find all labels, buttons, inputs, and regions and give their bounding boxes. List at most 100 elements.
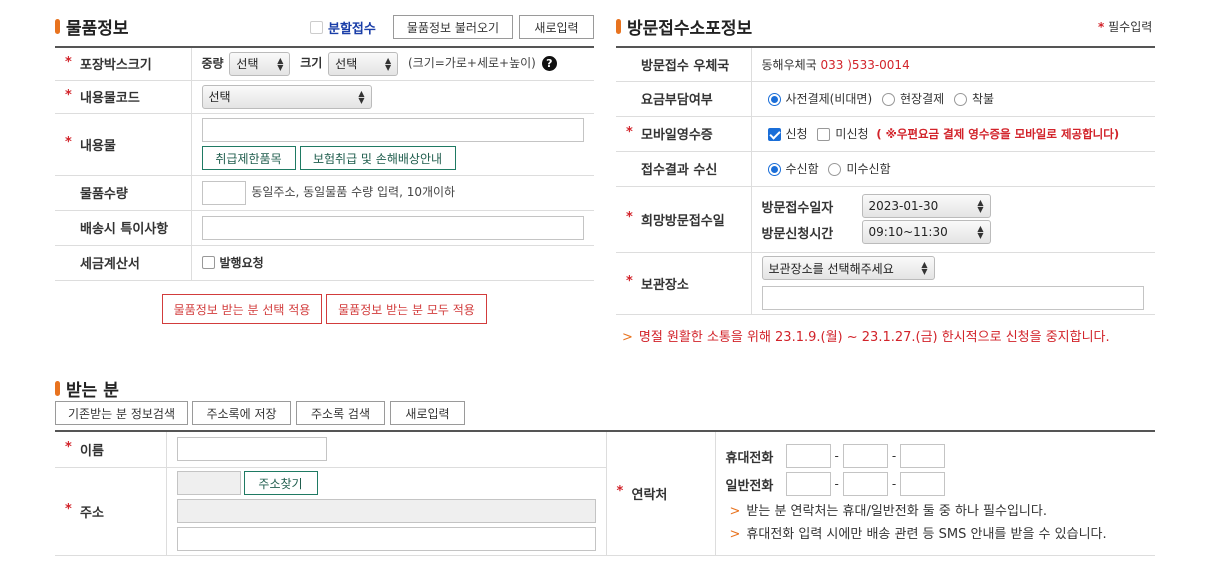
select-arrows-icon: ▲ ▼ — [358, 88, 365, 105]
required-star: * — [65, 135, 72, 150]
radio-icon[interactable] — [881, 93, 895, 106]
storage-select[interactable]: 보관장소를 선택해주세요 ▲ ▼ — [761, 256, 935, 280]
visit-date-select[interactable]: 2023-01-30 ▲ ▼ — [861, 194, 991, 218]
receipt-label-cell: * 모바일영수증 — [616, 116, 752, 152]
tax-request-option[interactable]: 발행요청 — [201, 254, 264, 271]
result-option-yes[interactable]: 수신함 — [767, 162, 819, 176]
tax-request-label: 발행요청 — [219, 255, 264, 270]
item-new-button[interactable]: 새로입력 — [519, 15, 594, 39]
visit-section-title: 방문접수소포정보 — [616, 14, 752, 39]
content-code-label: 내용물코드 — [80, 91, 140, 106]
content-code-select[interactable]: 선택 ▲ ▼ — [201, 84, 372, 109]
box-size-label: 포장박스크기 — [80, 58, 152, 74]
save-address-book-button[interactable]: 주소록에 저장 — [192, 401, 291, 425]
select-arrows-icon: ▲ ▼ — [385, 55, 392, 72]
fee-option-onsite[interactable]: 현장결제 — [881, 92, 944, 106]
name-input[interactable] — [176, 437, 327, 462]
name-value-cell — [166, 431, 607, 468]
select-arrows-icon: ▲ ▼ — [921, 260, 928, 276]
insurance-info-button[interactable]: 보험취급 및 손해배상안내 — [299, 146, 456, 170]
address-label-cell: * 주소 — [55, 467, 167, 556]
result-label: 접수결과 수신 — [641, 163, 718, 178]
quantity-hint: 동일주소, 동일물품 수량 입력, 10개이하 — [251, 185, 456, 199]
visit-info-table: 방문접수 우체국 동해우체국 033 )533-0014 요금부담여부 사전결제… — [616, 46, 1155, 315]
content-value-cell: 취급제한품목 보험취급 및 손해배상안내 — [191, 113, 594, 176]
receipt-value-cell: 신청 미신청 ( ※우편요금 결제 영수증을 모바일로 제공합니다) — [751, 116, 1155, 152]
contact-note-1: > 받는 분 연락처는 휴대/일반전화 둘 중 하나 필수입니다. — [729, 504, 1047, 520]
storage-detail-input[interactable] — [761, 286, 1144, 310]
receipt-option-yes[interactable]: 신청 — [767, 127, 808, 141]
split-receipt-option[interactable]: 분할접수 — [310, 18, 376, 37]
size-select[interactable]: 선택 ▲ ▼ — [328, 51, 399, 76]
apply-selected-button[interactable]: 물품정보 받는 분 선택 적용 — [162, 294, 322, 324]
special-input[interactable] — [201, 215, 584, 240]
wish-date-label: 희망방문접수일 — [641, 213, 725, 229]
result-label-cell: 접수결과 수신 — [616, 151, 752, 187]
search-existing-receiver-button[interactable]: 기존받는 분 정보검색 — [55, 401, 188, 425]
visit-date-label: 방문접수일자 — [761, 200, 834, 216]
find-address-button[interactable]: 주소찾기 — [243, 471, 318, 495]
required-input-note: * 필수입력 — [1098, 18, 1152, 35]
item-section-title-text: 물품정보 — [66, 19, 129, 39]
name-label-cell: * 이름 — [55, 431, 167, 468]
visit-date-value: 2023-01-30 — [868, 199, 939, 213]
radio-selected-icon[interactable] — [767, 93, 781, 106]
phone-input-1[interactable] — [785, 472, 831, 497]
mobile-input-1[interactable] — [785, 444, 831, 469]
address-value-cell: 주소찾기 — [166, 467, 607, 556]
search-address-book-button[interactable]: 주소록 검색 — [296, 401, 385, 425]
checkbox-checked-icon[interactable] — [767, 128, 781, 141]
fee-option-prepaid[interactable]: 사전결제(비대면) — [767, 92, 872, 106]
phone-input-2[interactable] — [842, 472, 888, 497]
help-icon[interactable]: ? — [541, 56, 557, 72]
post-office-value-cell: 동해우체국 033 )533-0014 — [751, 47, 1155, 82]
radio-selected-icon[interactable] — [767, 163, 781, 176]
weight-select[interactable]: 선택 ▲ ▼ — [229, 51, 291, 76]
required-star: * — [65, 502, 72, 517]
quantity-input[interactable] — [201, 180, 246, 205]
wish-date-label-cell: * 희망방문접수일 — [616, 186, 752, 253]
name-label: 이름 — [80, 443, 104, 459]
address-input[interactable] — [176, 499, 596, 523]
phone-input-3[interactable] — [900, 472, 946, 497]
weight-select-value: 선택 — [236, 57, 259, 72]
tax-request-checkbox[interactable] — [201, 255, 215, 269]
visit-time-select[interactable]: 09:10~11:30 ▲ ▼ — [861, 220, 991, 244]
select-arrows-icon: ▲ ▼ — [277, 55, 284, 72]
phone-label: 일반전화 — [725, 478, 774, 494]
load-item-button[interactable]: 물품정보 불러오기 — [393, 15, 513, 39]
select-arrows-icon: ▲ ▼ — [977, 224, 984, 240]
contact-note-2: > 휴대전화 입력 시에만 배송 관련 등 SMS 안내를 받을 수 있습니다. — [729, 527, 1107, 543]
suspension-notice-text: 명절 원활한 소통을 위해 23.1.9.(월) ~ 23.1.27.(금) 한… — [638, 330, 1110, 345]
size-select-value: 선택 — [335, 57, 358, 72]
box-size-label-cell: * 포장박스크기 — [55, 47, 192, 81]
apply-all-button[interactable]: 물품정보 받는 분 모두 적용 — [326, 294, 487, 324]
section-bar-icon — [55, 381, 60, 396]
address-detail-input[interactable] — [176, 527, 596, 551]
contact-label: 연락처 — [631, 487, 668, 503]
split-receipt-label: 분할접수 — [328, 22, 376, 37]
contact-value-cell: 휴대전화 - - 일반전화 - - > 받는 분 연락처는 휴대/일반전화 둘 중… — [715, 431, 1155, 556]
mobile-input-2[interactable] — [842, 444, 888, 469]
checkbox-icon[interactable] — [817, 128, 831, 141]
bullet-icon: > — [622, 330, 633, 345]
restricted-items-button[interactable]: 취급제한품목 — [201, 146, 296, 170]
postcode-input[interactable] — [176, 471, 241, 495]
receiver-new-button[interactable]: 새로입력 — [390, 401, 465, 425]
required-star: * — [1098, 20, 1105, 34]
result-option-no[interactable]: 미수신함 — [828, 162, 891, 176]
visit-time-label: 방문신청시간 — [761, 226, 834, 242]
quantity-value-cell: 동일주소, 동일물품 수량 입력, 10개이하 — [191, 175, 594, 211]
receipt-option-no[interactable]: 미신청 — [817, 127, 869, 141]
required-star: * — [626, 124, 633, 140]
item-info-table: * 포장박스크기 중량 선택 ▲ ▼ 크기 선택 ▲ ▼ (크기=가로+세로+높이)… — [55, 46, 594, 281]
radio-icon[interactable] — [828, 163, 842, 176]
content-input[interactable] — [201, 118, 584, 142]
radio-icon[interactable] — [953, 93, 967, 106]
split-receipt-checkbox[interactable] — [310, 21, 323, 34]
content-code-label-cell: * 내용물코드 — [55, 80, 192, 114]
address-label: 주소 — [80, 505, 104, 521]
fee-option-cod[interactable]: 착불 — [953, 92, 994, 106]
required-star: * — [65, 440, 72, 456]
mobile-input-3[interactable] — [900, 444, 946, 469]
